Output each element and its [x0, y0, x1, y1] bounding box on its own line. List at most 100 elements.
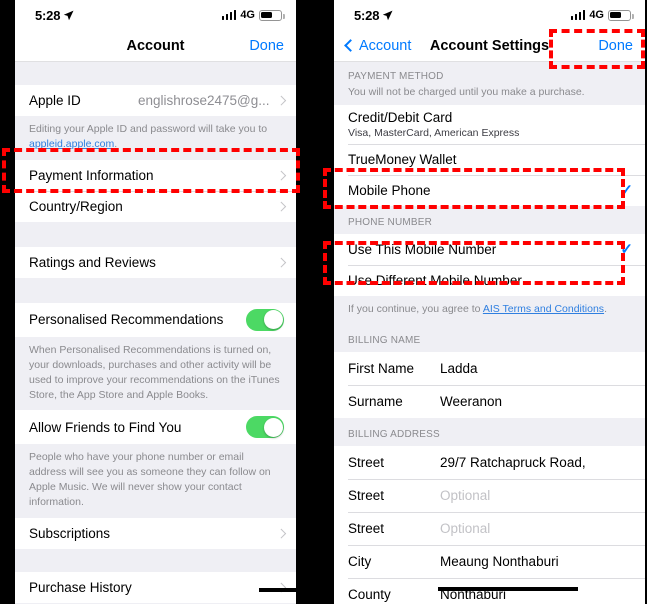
option-title: Use Different Mobile Number: [348, 273, 522, 288]
row-label: Personalised Recommendations: [29, 312, 224, 328]
field-placeholder: Optional: [440, 487, 491, 503]
field-label: First Name: [348, 360, 415, 376]
option-title: TrueMoney Wallet: [348, 152, 457, 167]
option-credit-debit-card[interactable]: Credit/Debit Card Visa, MasterCard, Amer…: [334, 105, 645, 144]
option-title: Mobile Phone: [348, 183, 431, 198]
option-subtitle: Visa, MasterCard, American Express: [348, 127, 520, 139]
row-label: Payment Information: [29, 167, 154, 183]
header-billing-name: BILLING NAME: [334, 324, 645, 352]
field-surname[interactable]: Surname Weeranon: [334, 384, 645, 418]
row-personalised-recommendations[interactable]: Personalised Recommendations: [15, 302, 296, 337]
option-title: Use This Mobile Number: [348, 242, 497, 257]
purchase-history-group: Purchase History: [15, 572, 296, 604]
footer-text-post: .: [604, 303, 607, 315]
checkmark-icon: ✓: [620, 182, 633, 199]
phone-number-footer: If you continue, you agree to AIS Terms …: [334, 296, 645, 325]
header-payment-method: PAYMENT METHOD: [334, 62, 645, 86]
row-country-region[interactable]: Country/Region: [15, 190, 296, 222]
row-label: Subscriptions: [29, 526, 111, 542]
appleid-link[interactable]: appleid.apple.com: [29, 138, 114, 150]
right-phone-screen-account-settings: 5:28 4G Account Account Settings Done PA…: [334, 0, 645, 604]
chevron-right-icon: [276, 170, 286, 180]
field-first-name[interactable]: First Name Ladda: [334, 351, 645, 385]
row-label: Apple ID: [29, 93, 81, 108]
redaction-bar: [259, 588, 296, 592]
field-street-1[interactable]: Street 29/7 Ratchapruck Road,: [334, 445, 645, 479]
field-label: City: [348, 553, 372, 569]
apple-id-group: Apple ID englishrose2475@g...: [15, 85, 296, 116]
spacer: [15, 277, 296, 303]
row-label: Ratings and Reviews: [29, 254, 156, 270]
screenshot-stage: 5:28 4G Account Done Apple ID englishros…: [0, 0, 647, 604]
billing-address-fields: Street 29/7 Ratchapruck Road, Street Opt…: [334, 445, 645, 604]
status-time: 5:28: [354, 8, 393, 23]
field-label: Street: [348, 520, 385, 536]
allow-friends-footer: People who have your phone number or ema…: [15, 444, 296, 519]
personalised-recommendations-toggle[interactable]: [246, 308, 284, 331]
apple-id-footer: Editing your Apple ID and password will …: [15, 116, 296, 160]
option-truemoney-wallet[interactable]: TrueMoney Wallet: [334, 144, 645, 175]
payment-country-group: Payment Information Country/Region: [15, 159, 296, 222]
row-purchase-history[interactable]: Purchase History: [15, 572, 296, 604]
left-phone-screen-account: 5:28 4G Account Done Apple ID englishros…: [15, 0, 296, 604]
left-nav-bar: Account Done: [15, 30, 296, 62]
spacer: [15, 549, 296, 573]
field-label: Surname: [348, 393, 403, 409]
ratings-group: Ratings and Reviews: [15, 246, 296, 278]
apple-id-value: englishrose2475@g...: [137, 93, 270, 108]
row-label: Country/Region: [29, 198, 123, 214]
personalised-footer: When Personalised Recommendations is tur…: [15, 336, 296, 411]
field-street-2[interactable]: Street Optional: [334, 478, 645, 512]
field-city[interactable]: City Meaung Nonthaburi: [334, 544, 645, 578]
battery-icon: [608, 9, 634, 21]
network-label: 4G: [240, 9, 255, 21]
chevron-right-icon: [276, 201, 286, 211]
done-button[interactable]: Done: [249, 38, 284, 54]
right-scroll-area[interactable]: PAYMENT METHOD You will not be charged u…: [334, 62, 645, 604]
row-allow-friends-to-find-you[interactable]: Allow Friends to Find You: [15, 410, 296, 445]
signal-bars-icon: [221, 10, 237, 20]
field-label: Street: [348, 487, 385, 503]
spacer: [15, 62, 296, 85]
field-label: Street: [348, 454, 385, 470]
footer-text-pre: If you continue, you agree to: [348, 303, 483, 315]
chevron-right-icon: [276, 95, 286, 106]
left-status-bar: 5:28 4G: [15, 0, 296, 30]
left-scroll-area[interactable]: Apple ID englishrose2475@g... Editing yo…: [15, 62, 296, 604]
personalised-group: Personalised Recommendations: [15, 302, 296, 337]
chevron-right-icon: [276, 257, 286, 267]
row-subscriptions[interactable]: Subscriptions: [15, 518, 296, 550]
field-value: 29/7 Ratchapruck Road,: [440, 454, 586, 470]
back-button-label: Account: [359, 37, 412, 54]
field-value: Ladda: [440, 360, 478, 376]
status-time: 5:28: [35, 8, 74, 23]
ais-terms-link[interactable]: AIS Terms and Conditions: [483, 303, 604, 315]
option-use-this-mobile-number[interactable]: Use This Mobile Number ✓: [334, 234, 645, 265]
header-billing-address: BILLING ADDRESS: [334, 417, 645, 446]
status-indicators: 4G: [221, 9, 285, 21]
option-mobile-phone[interactable]: Mobile Phone ✓: [334, 175, 645, 206]
footer-text-pre: Editing your Apple ID and password will …: [29, 123, 268, 135]
row-apple-id[interactable]: Apple ID englishrose2475@g...: [15, 85, 296, 116]
done-button[interactable]: Done: [598, 38, 633, 54]
field-street-3[interactable]: Street Optional: [334, 511, 645, 545]
right-nav-bar: Account Account Settings Done: [334, 30, 645, 62]
back-button-account[interactable]: Account: [344, 37, 412, 54]
subscriptions-group: Subscriptions: [15, 518, 296, 550]
allow-friends-toggle[interactable]: [246, 416, 284, 439]
battery-icon: [259, 9, 285, 21]
chevron-left-icon: [344, 39, 357, 52]
field-placeholder: Optional: [440, 520, 491, 536]
row-payment-information[interactable]: Payment Information: [15, 159, 296, 191]
option-title: Credit/Debit Card: [348, 110, 453, 125]
row-ratings-and-reviews[interactable]: Ratings and Reviews: [15, 246, 296, 278]
option-use-different-mobile-number[interactable]: Use Different Mobile Number: [334, 265, 645, 296]
row-label: Purchase History: [29, 580, 132, 596]
spacer: [15, 221, 296, 247]
payment-method-options: Credit/Debit Card Visa, MasterCard, Amer…: [334, 105, 645, 206]
field-label: County: [348, 586, 391, 602]
billing-name-fields: First Name Ladda Surname Weeranon: [334, 351, 645, 418]
checkmark-icon: ✓: [620, 241, 633, 258]
field-value: Meaung Nonthaburi: [440, 553, 559, 569]
row-label: Allow Friends to Find You: [29, 419, 182, 435]
